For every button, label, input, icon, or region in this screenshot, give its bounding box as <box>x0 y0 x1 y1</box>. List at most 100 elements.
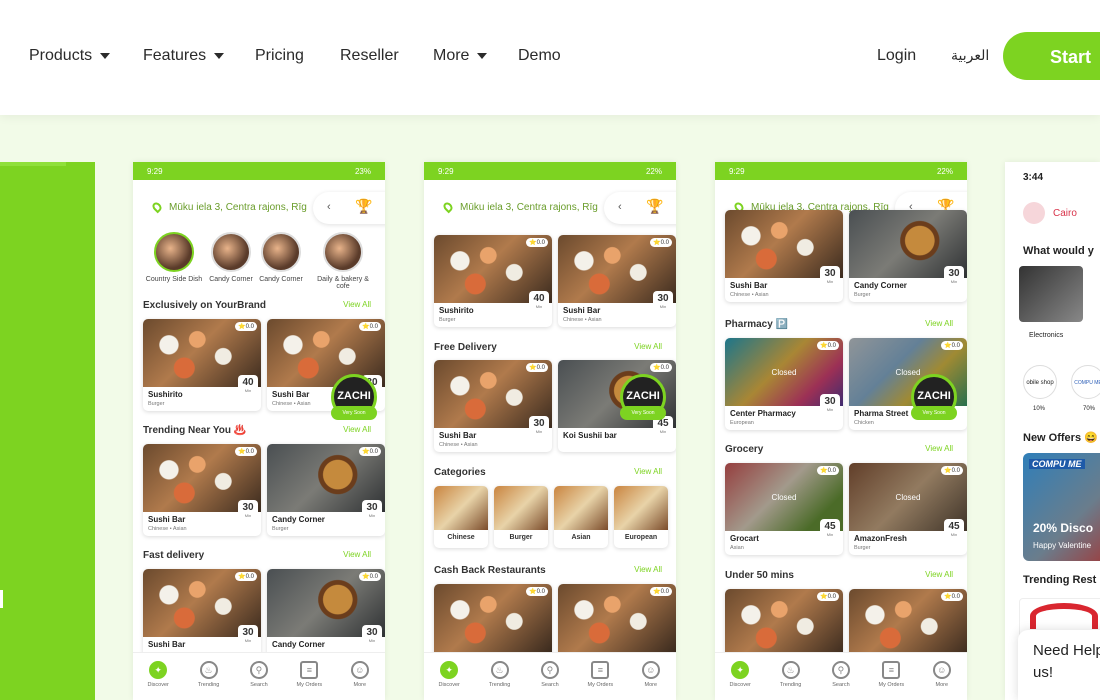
search-icon: ⚲ <box>540 661 559 679</box>
restaurant-card[interactable]: Closed ⭐0.0 45 Min Grocart Asian <box>725 463 843 555</box>
restaurant-card[interactable]: 30 Min Sushi Bar Chinese • Asian <box>725 210 843 302</box>
rating-badge: ⭐0.0 <box>817 341 839 350</box>
delivery-time: 30Min <box>362 500 382 526</box>
delivery-time: 40 Min <box>529 291 549 317</box>
restaurant-card[interactable]: ⭐0.0 30 Min Candy Corner <box>267 569 385 661</box>
rating-badge: ⭐0.0 <box>817 592 839 601</box>
section-header: Under 50 mins View All <box>725 570 957 581</box>
view-all-link[interactable]: View All <box>925 570 957 581</box>
rating-badge: ⭐0.0 <box>526 587 548 596</box>
nav-search[interactable]: ⚲ Search <box>530 661 570 700</box>
restaurant-card[interactable]: ⭐0.0 30 Min Sushi Bar <box>143 569 261 661</box>
shop-circle[interactable]: obile shop <box>1023 365 1057 399</box>
nav-demo[interactable]: Demo <box>518 47 561 65</box>
start-button[interactable]: Start <box>1003 32 1100 80</box>
restaurant-card[interactable]: Closed ⭐0.0 45 Min AmazonFresh Burger <box>849 463 967 555</box>
compass-icon: ✦ <box>149 661 168 679</box>
flame-icon: ♨ <box>199 661 218 679</box>
category-circle[interactable]: Candy Corner <box>251 232 311 283</box>
location-pill[interactable]: ‹ 🏆 <box>604 192 676 224</box>
category-image <box>434 486 488 530</box>
nav-discover[interactable]: ✦ Discover <box>138 661 178 700</box>
view-all-link[interactable]: View All <box>634 565 666 576</box>
view-all-link[interactable]: View All <box>925 444 957 455</box>
category-image <box>154 232 194 272</box>
restaurant-card[interactable]: 30 Min Candy Corner Burger <box>849 210 967 302</box>
rating-badge: ⭐0.0 <box>526 363 548 372</box>
category-card[interactable]: European <box>614 486 668 548</box>
min-unit: Min <box>244 638 252 643</box>
nav-more[interactable]: ☺ More <box>922 661 962 700</box>
restaurant-card[interactable]: ⭐0.0 30 Min Candy Corner Burger <box>267 444 385 536</box>
view-all-link[interactable]: View All <box>343 425 375 436</box>
min-unit: Min <box>244 513 252 518</box>
orders-icon: ≡ <box>591 661 610 679</box>
rating-badge: ⭐0.0 <box>526 238 548 247</box>
rating-badge: ⭐0.0 <box>817 466 839 475</box>
nav-more[interactable]: More <box>433 47 488 65</box>
nav-more[interactable]: ☺ More <box>340 661 380 700</box>
min-unit: Min <box>535 429 543 434</box>
category-image <box>211 232 251 272</box>
category-circle[interactable]: Daily & bakery & cofe <box>313 232 373 290</box>
min-unit: Min <box>244 388 252 393</box>
min-unit: Min <box>659 304 667 309</box>
delivery-time: 30Min <box>820 266 840 292</box>
nav-search[interactable]: ⚲ Search <box>239 661 279 700</box>
decorative-stripe <box>0 162 66 166</box>
compass-icon: ✦ <box>731 661 750 679</box>
city-selector[interactable]: Cairo <box>1053 208 1077 219</box>
section-header: Grocery View All <box>725 444 957 455</box>
section-header: Free Delivery View All <box>434 342 666 353</box>
min-unit: Min <box>950 532 958 537</box>
nav-trending[interactable]: ♨ Trending <box>480 661 520 700</box>
nav-trending[interactable]: ♨ Trending <box>189 661 229 700</box>
restaurant-card[interactable]: ⭐0.030MinSushi BarChinese • Asian <box>558 235 676 327</box>
delivery-time: 30Min <box>820 394 840 420</box>
category-card[interactable]: Chinese <box>434 486 488 548</box>
restaurant-card[interactable]: ⭐0.030MinSushi BarChinese • Asian <box>434 360 552 452</box>
nav-reseller[interactable]: Reseller <box>340 47 399 65</box>
restaurant-card[interactable]: ⭐0.030MinSushi BarChinese • Asian <box>143 444 261 536</box>
category-circle[interactable]: Country Side Dish <box>144 232 204 283</box>
nav-my-orders[interactable]: ≡ My Orders <box>580 661 620 700</box>
user-icon: ☺ <box>641 661 660 679</box>
view-all-link[interactable]: View All <box>343 300 375 311</box>
view-all-link[interactable]: View All <box>634 467 666 478</box>
min-unit: Min <box>826 279 834 284</box>
view-all-link[interactable]: View All <box>343 550 375 561</box>
trophy-icon: 🏆 <box>646 198 664 214</box>
nav-my-orders[interactable]: ≡ My Orders <box>289 661 329 700</box>
chevron-left-icon: ‹ <box>618 201 622 213</box>
category-card[interactable]: Burger <box>494 486 548 548</box>
nav-more[interactable]: ☺ More <box>631 661 671 700</box>
view-all-link[interactable]: View All <box>925 319 957 330</box>
view-all-link[interactable]: View All <box>634 342 666 353</box>
nav-products[interactable]: Products <box>29 47 111 65</box>
location-pill[interactable]: ‹ 🏆 <box>313 192 385 224</box>
nav-discover[interactable]: ✦ Discover <box>720 661 760 700</box>
nav-features[interactable]: Features <box>143 47 225 65</box>
search-icon: ⚲ <box>831 661 850 679</box>
section-header: Categories View All <box>434 467 666 478</box>
rating-badge: ⭐0.0 <box>359 322 381 331</box>
language-switch[interactable]: العربية <box>951 47 989 64</box>
nav-pricing[interactable]: Pricing <box>255 47 304 65</box>
restaurant-card[interactable]: Closed ⭐0.0 30 Min Center Pharmacy European <box>725 338 843 430</box>
offer-banner[interactable]: COMPU ME 20% Disco Happy Valentine <box>1023 453 1100 561</box>
restaurant-card[interactable]: ⭐0.0 40 Min Sushirito Burger <box>434 235 552 327</box>
delivery-time: 30Min <box>238 500 258 526</box>
category-card[interactable]: Asian <box>554 486 608 548</box>
chat-widget[interactable]: Need Help us! <box>1018 630 1100 700</box>
nav-search[interactable]: ⚲ Search <box>821 661 861 700</box>
login-link[interactable]: Login <box>877 47 916 65</box>
delivery-time: 30Min <box>238 625 258 651</box>
rating-badge: ⭐0.0 <box>650 587 672 596</box>
shop-circle[interactable]: COMPU ME <box>1071 365 1100 399</box>
rating-badge: ⭐0.0 <box>235 322 257 331</box>
rating-badge: ⭐0.0 <box>941 466 963 475</box>
nav-discover[interactable]: ✦ Discover <box>429 661 469 700</box>
nav-my-orders[interactable]: ≡ My Orders <box>871 661 911 700</box>
restaurant-card[interactable]: ⭐0.0 40 Min Sushirito Burger <box>143 319 261 411</box>
nav-trending[interactable]: ♨ Trending <box>771 661 811 700</box>
